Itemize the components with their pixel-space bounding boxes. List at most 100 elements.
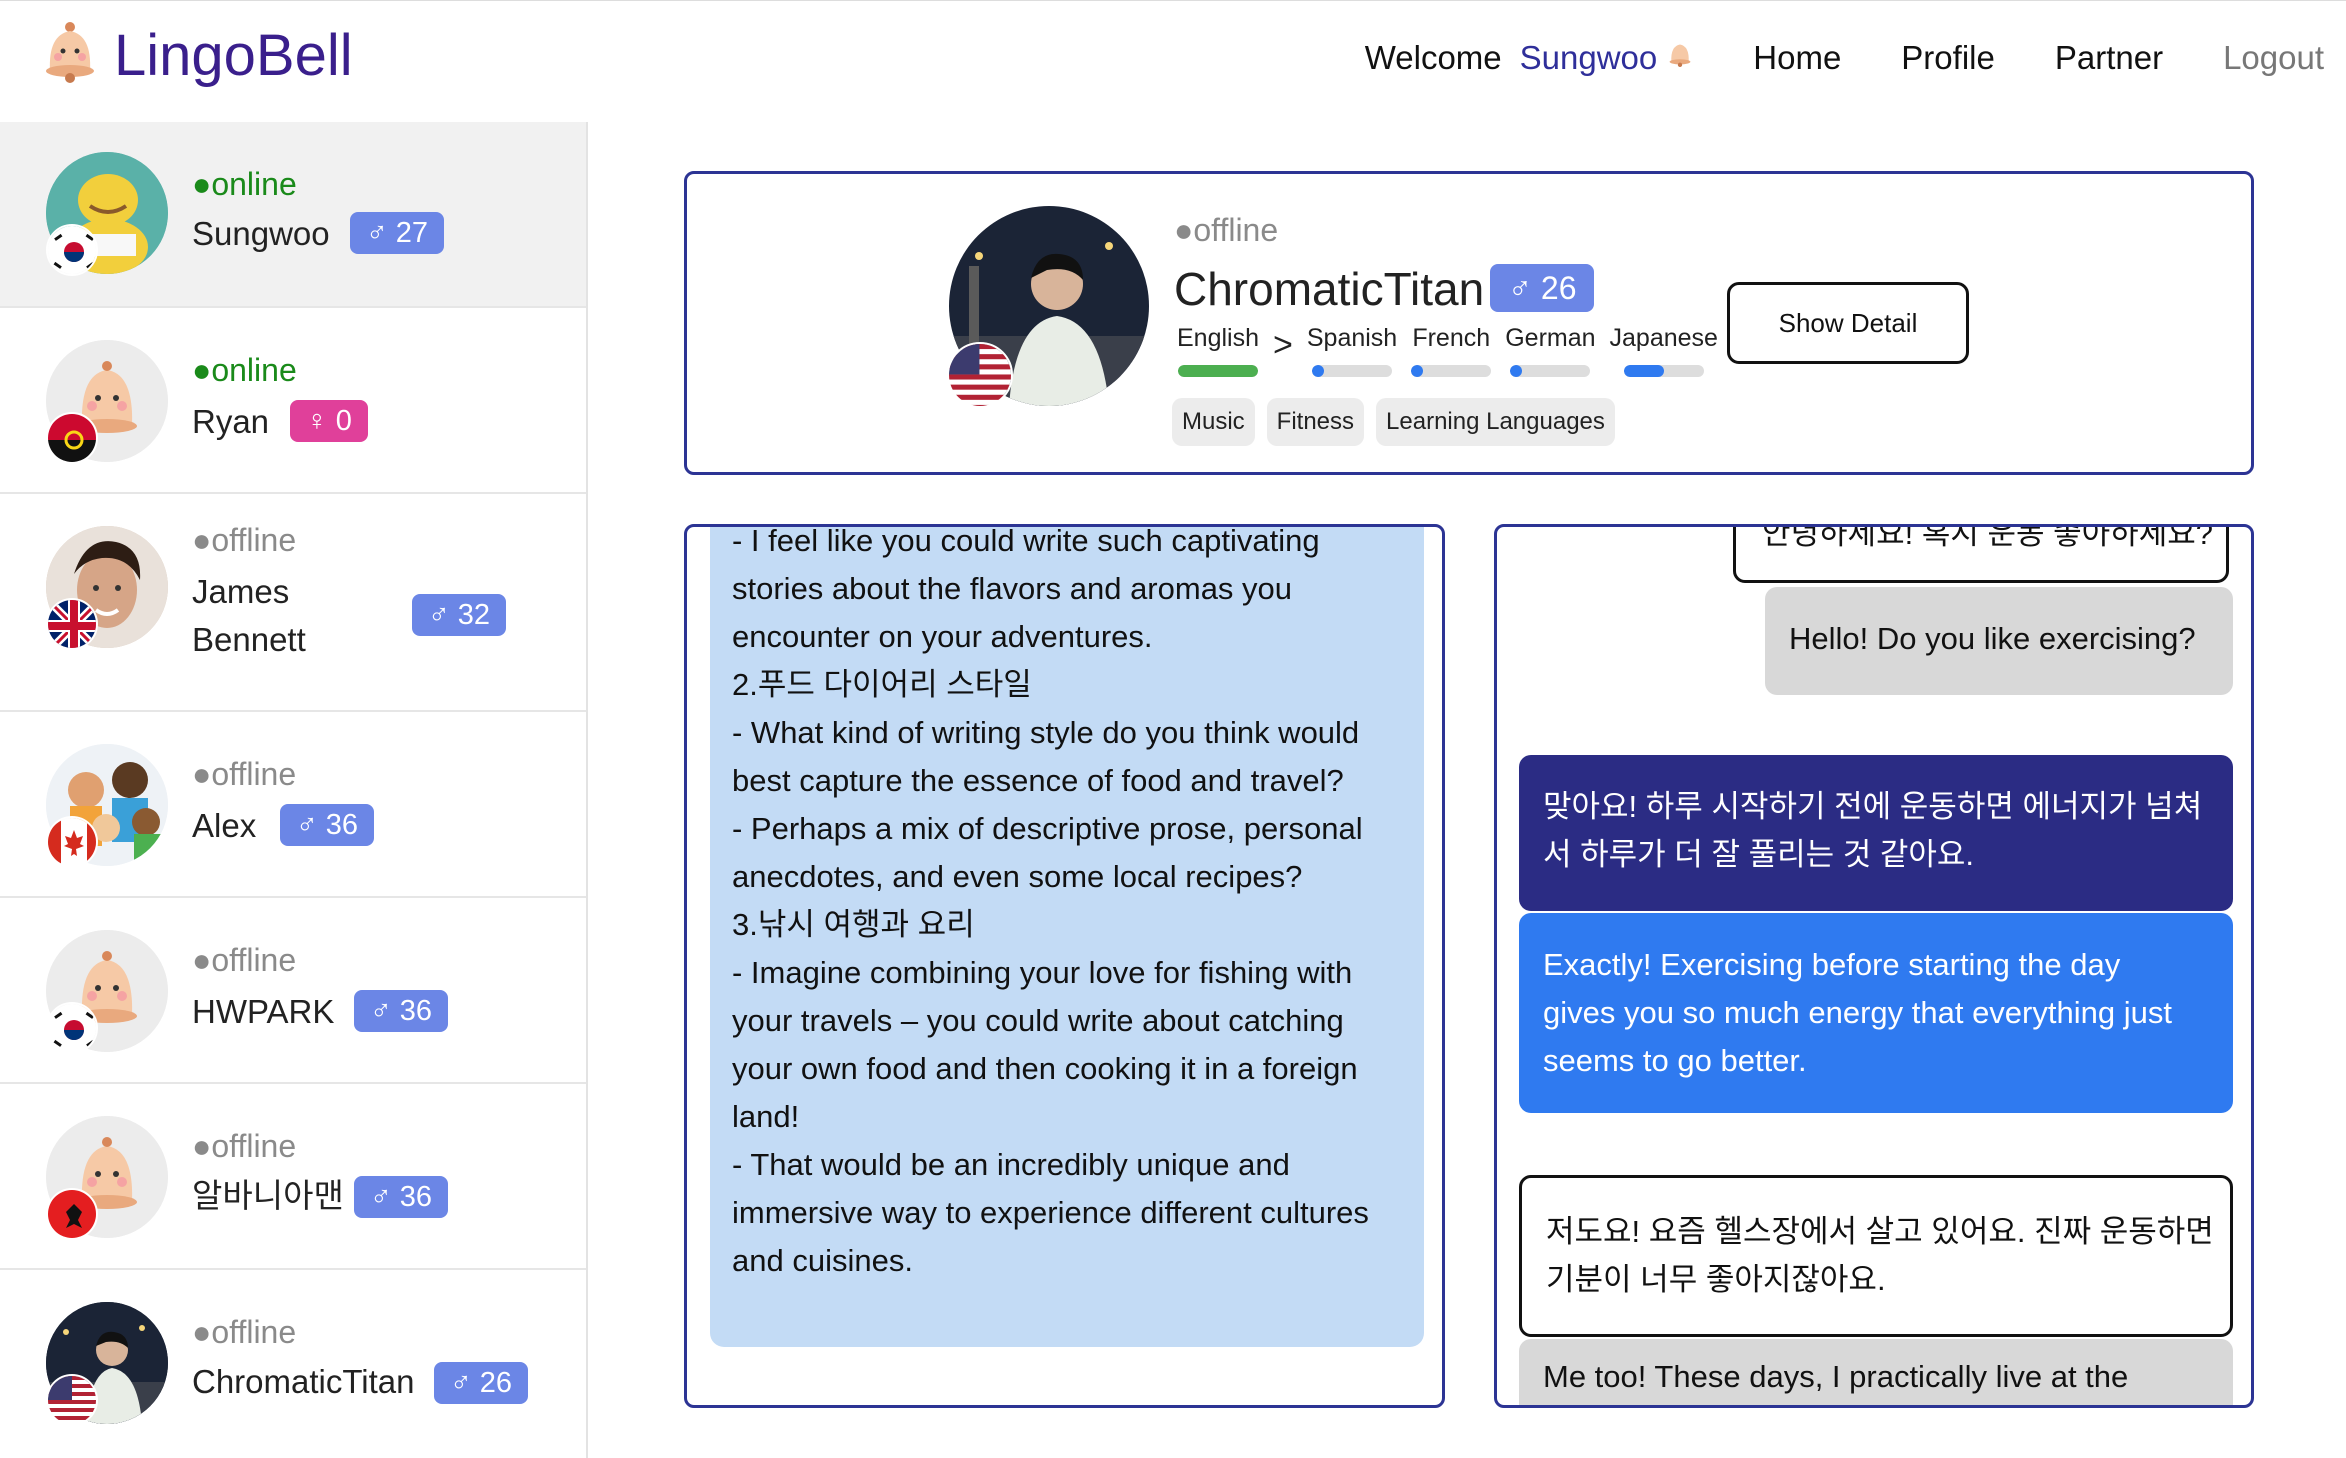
text-line: - What kind of writing style do you thin… (732, 715, 1360, 750)
language-level-bar (1178, 365, 1258, 377)
partner-name: Sungwoo (192, 215, 330, 252)
chat-message: Hello! Do you like exercising? (1765, 587, 2233, 695)
message-text: 기분이 너무 좋아지잖아요. (1546, 1262, 1886, 1297)
suggestion-bubble: - I feel like you could write such capti… (710, 527, 1424, 1347)
flag-usa-icon (947, 342, 1013, 408)
flag-usa-icon (46, 1374, 98, 1426)
partner-list-item[interactable]: ●offline HWPARK ♂ 36 (0, 898, 586, 1084)
status-offline: ●offline (192, 1128, 297, 1164)
gender-age-badge: ♂ 36 (280, 804, 375, 846)
partner-list-item[interactable]: ●offline Alex ♂ 36 (0, 712, 586, 898)
message-text: 안녕하세요! 혹시 운동 좋아하세요? (1762, 524, 2213, 551)
avatar (46, 1302, 168, 1426)
brand[interactable]: LingoBell (40, 21, 353, 90)
chat-panel[interactable]: 안녕하세요! 혹시 운동 좋아하세요? Hello! Do you like e… (1494, 524, 2254, 1408)
message-text: gives you so much energy that everything… (1543, 995, 2172, 1030)
arrow-icon: > (1273, 326, 1293, 364)
suggestion-panel[interactable]: - I feel like you could write such capti… (684, 524, 1445, 1408)
status-offline: ●offline (192, 756, 297, 792)
chat-message: 맞아요! 하루 시작하기 전에 운동하면 에너지가 넘쳐 서 하루가 더 잘 풀… (1519, 755, 2233, 911)
text-line: encounter on your adventures. (732, 619, 1153, 654)
flag-korea-icon (46, 1002, 98, 1054)
partner-status: ●offline (1174, 212, 1279, 248)
partner-name: Alex (192, 807, 257, 844)
nav-logout[interactable]: Logout (2223, 39, 2324, 77)
status-offline: ●offline (192, 942, 297, 978)
interest-tag: Fitness (1266, 398, 1365, 446)
language-label: English (1177, 324, 1259, 352)
partner-name: HWPARK (192, 993, 335, 1030)
partner-list-sidebar: ●online Sungwoo ♂ 27 ●online Ryan ♀ 0 ●o… (0, 122, 588, 1458)
message-text: 맞아요! 하루 시작하기 전에 운동하면 에너지가 넘쳐 (1543, 789, 2203, 824)
partner-list-item[interactable]: ●online Ryan ♀ 0 (0, 308, 586, 494)
avatar (46, 1116, 168, 1240)
partner-list-item[interactable]: ●online Sungwoo ♂ 27 (0, 122, 586, 308)
partner-name: Ryan (192, 403, 270, 440)
show-detail-button[interactable]: Show Detail (1727, 282, 1969, 364)
partner-name: 알바니아맨 (192, 1177, 344, 1214)
learning-language: French (1411, 324, 1492, 377)
language-label: Spanish (1306, 324, 1398, 352)
chat-message-translation: Exactly! Exercising before starting the … (1519, 913, 2233, 1113)
language-label: French (1412, 324, 1491, 352)
gender-age-badge: ♂ 36 (354, 990, 449, 1032)
interest-tag: Music (1172, 398, 1255, 446)
brand-name: LingoBell (114, 23, 353, 88)
text-line: 3.낚시 여행과 요리 (732, 907, 975, 942)
text-line: - Imagine combining your love for fishin… (732, 955, 1353, 990)
status-offline: ●offline (192, 522, 297, 558)
native-language: English (1177, 324, 1259, 377)
gender-age-badge: ♂ 26 (1490, 264, 1595, 312)
welcome-label: Welcome (1364, 39, 1502, 76)
message-text: 서 하루가 더 잘 풀리는 것 같아요. (1543, 837, 1975, 872)
text-line: your own food and then cooking it in a f… (732, 1051, 1358, 1086)
nav-partner[interactable]: Partner (2055, 39, 2163, 77)
nav-home[interactable]: Home (1753, 39, 1841, 77)
gender-age-badge: ♀ 0 (290, 400, 368, 442)
partner-list-item[interactable]: ●offline ChromaticTitan ♂ 26 (0, 1270, 586, 1456)
status-online: ●online (192, 352, 297, 388)
avatar (46, 152, 168, 276)
interest-tag: Learning Languages (1376, 398, 1615, 446)
language-label: Japanese (1609, 324, 1718, 352)
text-line: and cuisines. (732, 1243, 913, 1278)
text-line: your travels – you could write about cat… (732, 1003, 1344, 1038)
partner-list-item[interactable]: ●offline James Bennett ♂ 32 (0, 494, 586, 712)
partner-name: ChromaticTitan (192, 1363, 415, 1400)
avatar (46, 526, 168, 650)
language-level-bar (1312, 365, 1393, 377)
message-text: Hello! Do you like exercising? (1789, 621, 2196, 656)
bell-icon (40, 21, 100, 90)
status-offline: ●offline (192, 1314, 297, 1350)
gender-age-badge: ♂ 36 (354, 1176, 449, 1218)
partner-list-item[interactable]: ●offline 알바니아맨 ♂ 36 (0, 1084, 586, 1270)
learning-language: Spanish (1307, 324, 1397, 377)
text-line: best capture the essence of food and tra… (732, 763, 1344, 798)
avatar (46, 930, 168, 1054)
language-levels: English > Spanish French German Japanese (1177, 324, 1732, 377)
flag-korea-icon (46, 224, 98, 276)
gender-age-badge: ♂ 32 (412, 594, 507, 636)
flag-albania-icon (46, 1188, 98, 1240)
language-level-bar (1411, 365, 1492, 377)
chat-message: 안녕하세요! 혹시 운동 좋아하세요? (1733, 524, 2229, 583)
text-line: - That would be an incredibly unique and (732, 1147, 1290, 1182)
avatar (46, 340, 168, 464)
learning-language: German (1505, 324, 1596, 377)
flag-canada-icon (46, 816, 98, 868)
text-line: stories about the flavors and aromas you (732, 571, 1293, 606)
language-level-bar (1623, 365, 1704, 377)
gender-age-badge: ♂ 26 (434, 1362, 529, 1404)
welcome-username: Sungwoo (1519, 39, 1658, 76)
top-navbar: LingoBell Welcome Sungwoo Home Profile P… (0, 0, 2346, 122)
status-online: ●online (192, 166, 297, 202)
flag-angola-icon (46, 412, 98, 464)
nav-profile[interactable]: Profile (1901, 39, 1995, 77)
language-level-bar (1510, 365, 1591, 377)
partner-name: James (192, 573, 290, 610)
message-text: Exactly! Exercising before starting the … (1543, 947, 2121, 982)
avatar (46, 744, 168, 868)
text-line: - Perhaps a mix of descriptive prose, pe… (732, 811, 1363, 846)
language-label: German (1505, 324, 1596, 352)
message-text: seems to go better. (1543, 1043, 1807, 1078)
